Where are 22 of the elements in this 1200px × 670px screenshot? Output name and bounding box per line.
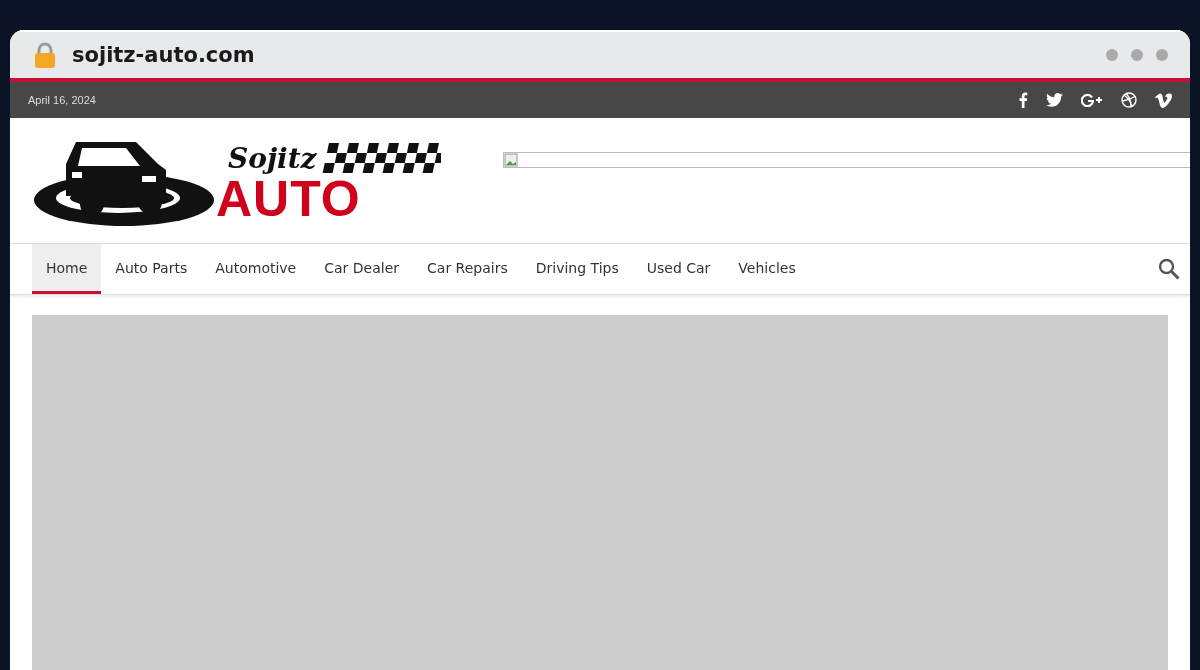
nav-tab[interactable]: Auto Parts [101, 244, 202, 294]
date-text: April 16, 2024 [28, 94, 96, 106]
broken-image-icon [504, 153, 518, 167]
search-icon[interactable] [1158, 258, 1180, 280]
nav-tab[interactable]: Car Repairs [413, 244, 522, 294]
nav-tab[interactable]: Used Car [632, 244, 725, 294]
logo-text: AUTO [216, 174, 361, 223]
nav-tab[interactable]: Automotive [201, 244, 311, 294]
address-url[interactable]: sojitz-auto.com [72, 43, 255, 67]
vimeo-icon[interactable] [1155, 92, 1172, 108]
window-dots-icon [1106, 49, 1168, 61]
dribbble-icon[interactable] [1121, 92, 1137, 108]
nav-tab[interactable]: Driving Tips [521, 244, 633, 294]
facebook-icon[interactable] [1018, 92, 1028, 108]
nav-tab[interactable]: Car Dealer [310, 244, 414, 294]
logo-text: Sojitz [228, 141, 317, 175]
google-plus-icon[interactable] [1081, 93, 1103, 107]
nav-tab[interactable]: Vehicles [724, 244, 810, 294]
nav-tab[interactable]: Home [32, 244, 102, 294]
checkered-flag-icon [320, 143, 441, 173]
padlock-icon [34, 42, 56, 68]
twitter-icon[interactable] [1046, 93, 1063, 107]
